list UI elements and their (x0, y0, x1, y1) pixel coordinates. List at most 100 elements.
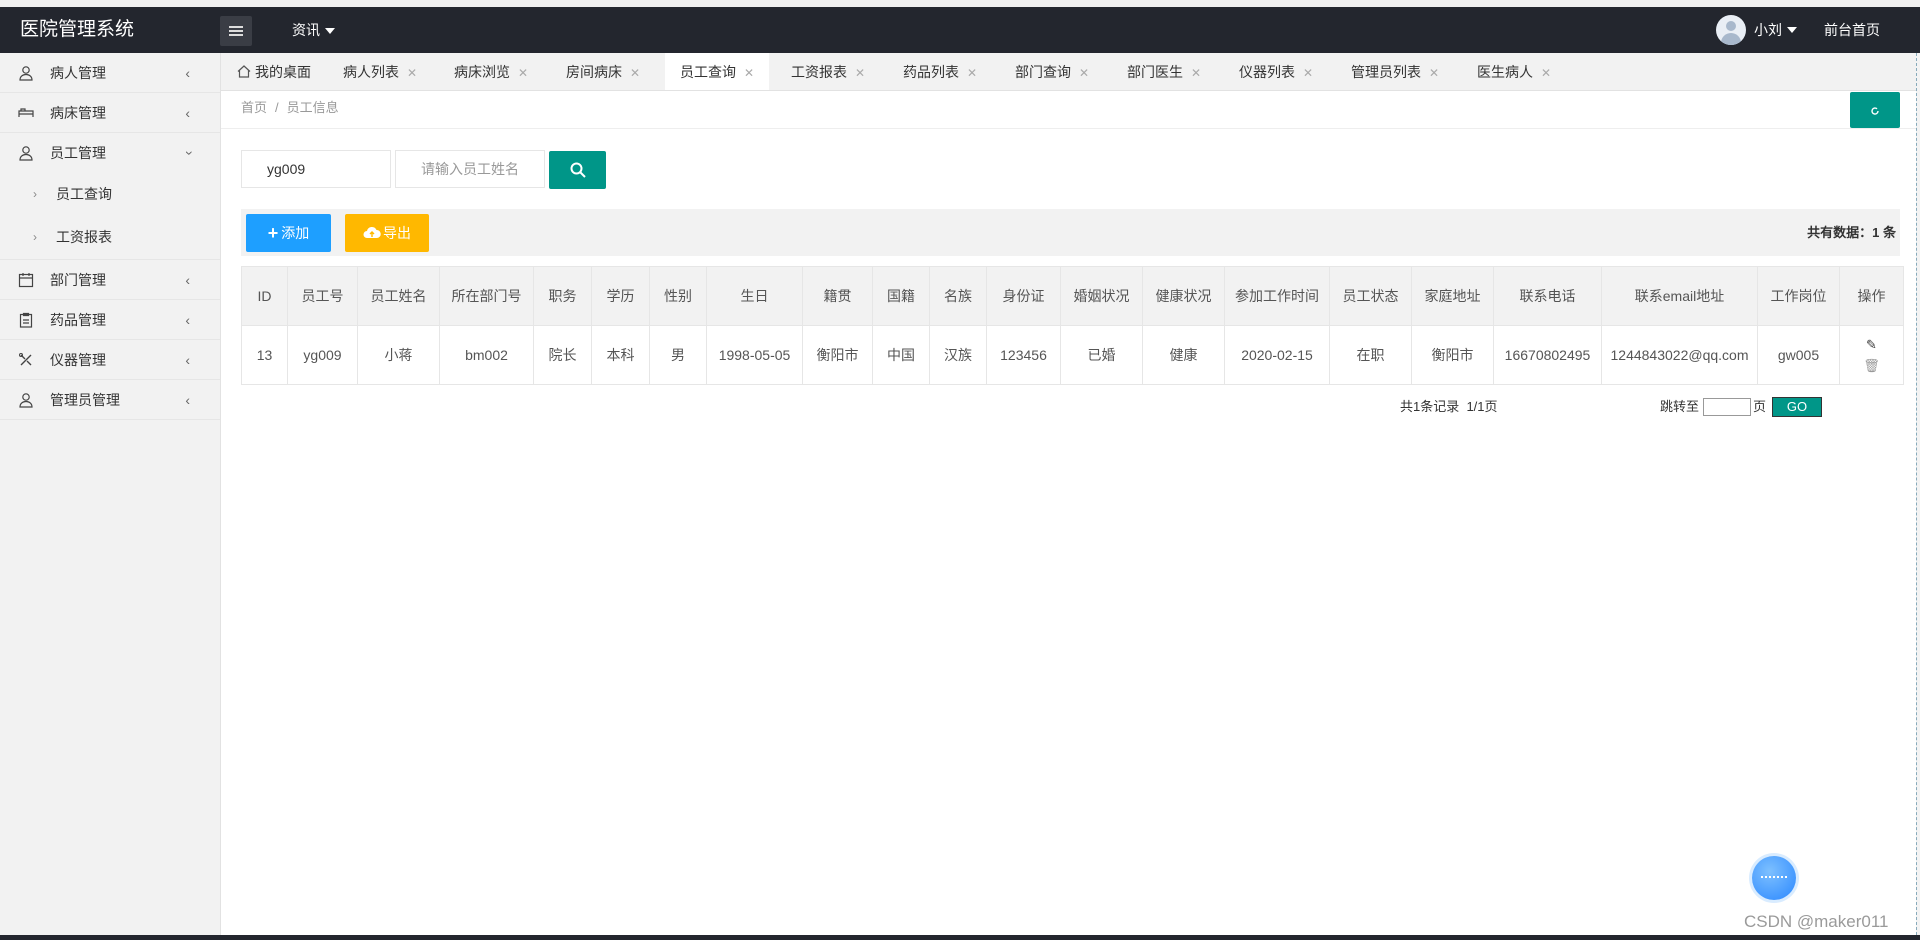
bed-icon (18, 108, 34, 117)
chevron-right-icon: › (33, 187, 37, 201)
table-cell: 16670802495 (1493, 325, 1602, 385)
avatar (1716, 15, 1746, 45)
breadcrumb-home[interactable]: 首页 (241, 100, 267, 115)
cloud-upload-icon (363, 226, 381, 238)
sidebar-item-medicines[interactable]: 药品管理 ‹ (0, 300, 220, 340)
front-page-link[interactable]: 前台首页 (1824, 7, 1880, 53)
bottom-edge (0, 935, 1920, 940)
tab-staff-query[interactable]: 员工查询 ✕ (665, 53, 770, 90)
table-cell: 院长 (533, 325, 592, 385)
person-icon (19, 393, 33, 408)
person-icon (19, 66, 33, 81)
tab-medicine-list[interactable]: 药品列表 ✕ (903, 53, 977, 90)
sidebar-item-instruments[interactable]: 仪器管理 ‹ (0, 340, 220, 380)
sidebar-subitem-label: 员工查询 (56, 186, 112, 202)
tab-room-beds[interactable]: 房间病床 ✕ (566, 53, 640, 90)
table-cell: 汉族 (929, 325, 987, 385)
tab-instrument-list[interactable]: 仪器列表 ✕ (1239, 53, 1313, 90)
go-button[interactable]: GO (1772, 397, 1823, 417)
menu-toggle-button[interactable] (220, 16, 252, 46)
sidebar-item-beds[interactable]: 病床管理 ‹ (0, 93, 220, 133)
chevron-left-icon: ‹ (185, 312, 190, 328)
sidebar-subitem-staff-query[interactable]: › 员工查询 (0, 173, 220, 216)
close-icon[interactable]: ✕ (1079, 66, 1089, 80)
table-cell: 1998-05-05 (706, 325, 803, 385)
news-menu[interactable]: 资讯 (292, 7, 335, 53)
close-icon[interactable]: ✕ (1541, 66, 1551, 80)
sidebar-item-admins[interactable]: 管理员管理 ‹ (0, 380, 220, 420)
column-header: 国籍 (872, 266, 930, 326)
tab-desktop[interactable]: 我的桌面 (237, 53, 311, 90)
pager-summary: 共1条记录 1/1页 (1400, 399, 1498, 414)
floating-assistant-button[interactable] (1752, 856, 1796, 900)
refresh-icon (1871, 107, 1879, 115)
table-cell: gw005 (1757, 325, 1840, 385)
chevron-down-icon: ‹ (179, 150, 196, 156)
breadcrumb-current: 员工信息 (286, 100, 339, 115)
employee-id-input[interactable] (241, 150, 391, 188)
add-button[interactable]: + 添加 (246, 214, 331, 252)
export-button-label: 导出 (383, 225, 411, 241)
column-header: 员工状态 (1329, 266, 1412, 326)
close-icon[interactable]: ✕ (518, 66, 528, 80)
chevron-left-icon: ‹ (185, 392, 190, 408)
table-cell: 健康 (1142, 325, 1225, 385)
close-icon[interactable]: ✕ (1429, 66, 1439, 80)
hamburger-icon (229, 26, 243, 36)
search-button[interactable] (549, 151, 606, 189)
tab-label: 部门查询 (1015, 64, 1071, 80)
sidebar-subitem-salary-report[interactable]: › 工资报表 (0, 216, 220, 260)
search-icon (570, 162, 586, 178)
close-icon[interactable]: ✕ (630, 66, 640, 80)
column-header: 学历 (591, 266, 650, 326)
close-icon[interactable]: ✕ (744, 66, 754, 80)
close-icon[interactable]: ✕ (407, 66, 417, 80)
column-header: 健康状况 (1142, 266, 1225, 326)
close-icon[interactable]: ✕ (1191, 66, 1201, 80)
table-cell: bm002 (439, 325, 534, 385)
sidebar-item-staff[interactable]: 员工管理 ‹ (0, 133, 220, 173)
edit-icon[interactable]: ✎ (1866, 335, 1877, 355)
column-header: 家庭地址 (1411, 266, 1494, 326)
sidebar-item-departments[interactable]: 部门管理 ‹ (0, 260, 220, 300)
person-icon (19, 146, 33, 161)
chevron-left-icon: ‹ (185, 272, 190, 288)
page-number-input[interactable] (1703, 398, 1752, 416)
tab-label: 药品列表 (903, 64, 959, 80)
export-button[interactable]: 导出 (345, 214, 429, 252)
chevron-right-icon: › (33, 230, 37, 244)
refresh-button[interactable] (1850, 92, 1900, 128)
tab-label: 员工查询 (680, 64, 736, 80)
close-icon[interactable]: ✕ (855, 66, 865, 80)
tab-bar: 我的桌面 病人列表 ✕ 病床浏览 ✕ 房间病床 ✕ 员工查询 ✕ 工资报表 ✕ 药品列表 ✕… (221, 53, 1916, 91)
column-header: 员工姓名 (357, 266, 440, 326)
table-cell: 已婚 (1060, 325, 1143, 385)
tab-department-query[interactable]: 部门查询 ✕ (1015, 53, 1089, 90)
close-icon[interactable]: ✕ (967, 66, 977, 80)
app-logo: 医院管理系统 (20, 19, 135, 40)
tab-doctor-patients[interactable]: 医生病人 ✕ (1477, 53, 1551, 90)
column-header: 工作岗位 (1757, 266, 1840, 326)
tab-department-doctors[interactable]: 部门医生 ✕ (1127, 53, 1201, 90)
add-button-label: 添加 (281, 225, 310, 241)
tab-salary-report[interactable]: 工资报表 ✕ (791, 53, 865, 90)
divider (221, 128, 1916, 129)
calendar-icon (18, 273, 34, 288)
table-cell: 衡阳市 (1411, 325, 1494, 385)
column-header: 员工号 (287, 266, 358, 326)
tab-admin-list[interactable]: 管理员列表 ✕ (1351, 53, 1439, 90)
caret-down-icon (325, 28, 335, 35)
sidebar-item-patients[interactable]: 病人管理 ‹ (0, 53, 220, 93)
trash-icon[interactable]: 🗑 (1863, 356, 1880, 376)
tab-label: 医生病人 (1477, 64, 1533, 80)
user-menu[interactable]: 小刘 (1716, 15, 1797, 45)
employee-name-input[interactable] (395, 150, 545, 188)
tab-bed-browse[interactable]: 病床浏览 ✕ (454, 53, 528, 90)
tab-patient-list[interactable]: 病人列表 ✕ (343, 53, 417, 90)
close-icon[interactable]: ✕ (1303, 66, 1313, 80)
top-edge (0, 0, 1920, 7)
username: 小刘 (1754, 22, 1782, 38)
scrollbar[interactable] (1916, 53, 1920, 935)
tab-label: 病人列表 (343, 64, 399, 80)
sidebar-item-label: 病人管理 (50, 65, 106, 81)
